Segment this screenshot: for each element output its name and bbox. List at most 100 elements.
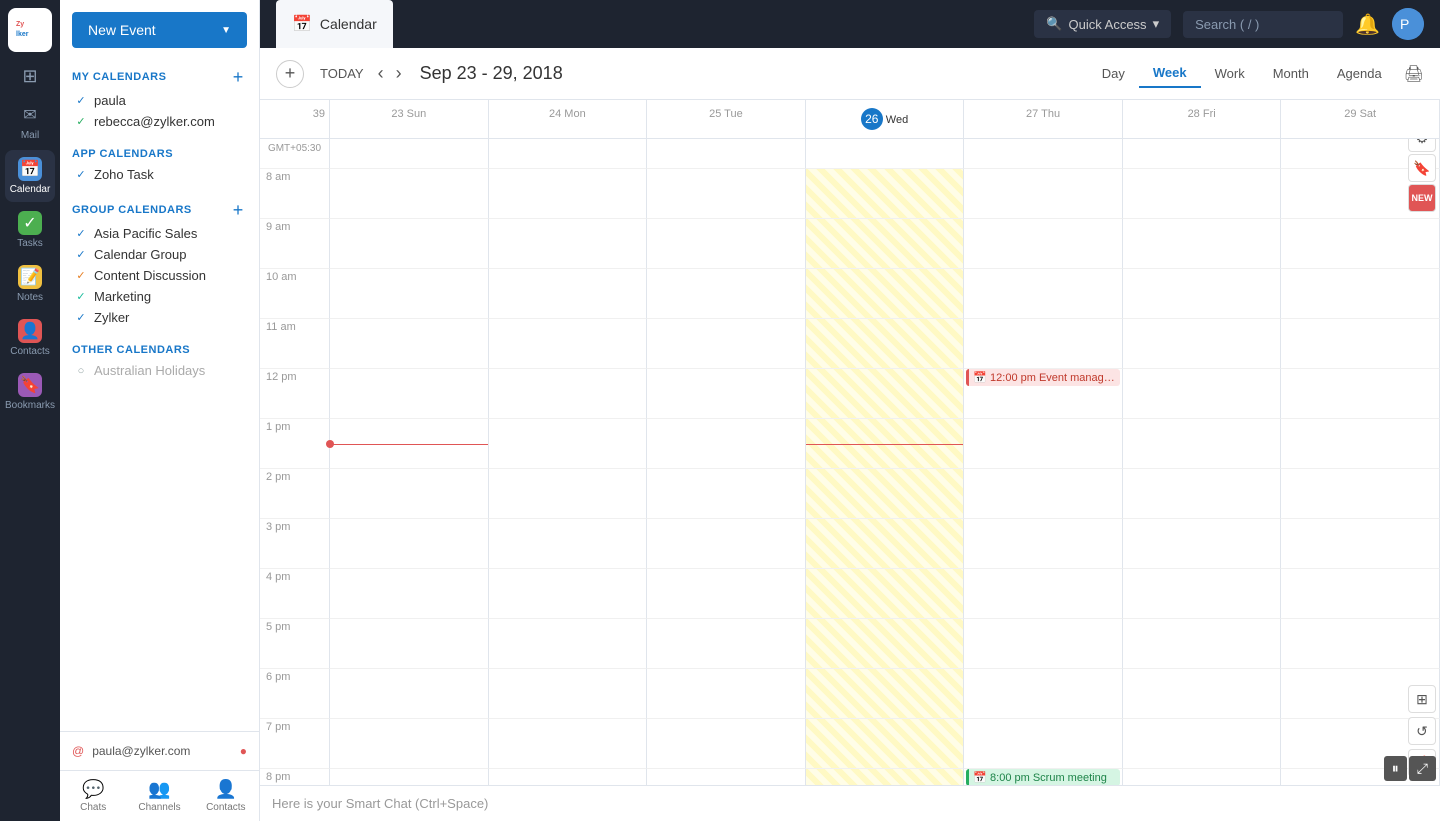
- cell-Fri-6-pm[interactable]: [1123, 669, 1282, 719]
- quick-access-button[interactable]: 🔍 Quick Access ▾: [1034, 10, 1171, 38]
- cell-Thu-11-am[interactable]: [964, 319, 1123, 369]
- cell-Thu-8-am[interactable]: [964, 169, 1123, 219]
- cell-Tue-4-pm[interactable]: [647, 569, 806, 619]
- cell-Mon-1-pm[interactable]: [489, 419, 648, 469]
- cell-Wed-6-pm[interactable]: [806, 669, 965, 719]
- cell-Thu-10-am[interactable]: [964, 269, 1123, 319]
- add-my-calendar-button[interactable]: +: [229, 68, 247, 86]
- cell-Fri-3-pm[interactable]: [1123, 519, 1282, 569]
- cell-Fri-12-pm[interactable]: [1123, 369, 1282, 419]
- cell-Tue-8-pm[interactable]: [647, 769, 806, 785]
- cell-Tue-10-am[interactable]: [647, 269, 806, 319]
- new-event-button[interactable]: New Event ▼: [72, 12, 247, 48]
- cell-Thu-8-pm[interactable]: 📅 8:00 pm Scrum meeting: [964, 769, 1123, 785]
- sidebar-item-tasks[interactable]: ✓ Tasks: [5, 204, 55, 256]
- cell-Tue-9-am[interactable]: [647, 219, 806, 269]
- view-month-button[interactable]: Month: [1259, 59, 1323, 88]
- cell-Sat-11-am[interactable]: [1281, 319, 1440, 369]
- sidebar-item-calendar[interactable]: 📅 Calendar: [5, 150, 55, 202]
- cell-Sun-9-am[interactable]: [330, 219, 489, 269]
- cell-Sun-8-am[interactable]: [330, 169, 489, 219]
- user-avatar[interactable]: P: [1392, 8, 1424, 40]
- cell-Sun-6-pm[interactable]: [330, 669, 489, 719]
- cell-Tue-3-pm[interactable]: [647, 519, 806, 569]
- calendar-item-asiapacific[interactable]: ✓ Asia Pacific Sales: [72, 223, 247, 244]
- cell-Tue-12-pm[interactable]: [647, 369, 806, 419]
- calendar-item-zohotask[interactable]: ✓ Zoho Task: [72, 164, 247, 185]
- cell-Fri-8-pm[interactable]: [1123, 769, 1282, 785]
- cell-Tue-5-pm[interactable]: [647, 619, 806, 669]
- bottom-nav-channels[interactable]: 👥 Channels: [126, 771, 192, 821]
- calendar-item-calgroup[interactable]: ✓ Calendar Group: [72, 244, 247, 265]
- cell-Sat-3-pm[interactable]: [1281, 519, 1440, 569]
- expand-chat-button[interactable]: ⤢: [1409, 756, 1436, 781]
- cell-Sun-12-pm[interactable]: [330, 369, 489, 419]
- cell-Sat-4-pm[interactable]: [1281, 569, 1440, 619]
- cell-Sun-10-am[interactable]: [330, 269, 489, 319]
- cell-Thu-3-pm[interactable]: [964, 519, 1123, 569]
- cell-Mon-2-pm[interactable]: [489, 469, 648, 519]
- cell-Tue-7-pm[interactable]: [647, 719, 806, 769]
- event-scrum[interactable]: 📅 8:00 pm Scrum meeting: [966, 769, 1120, 785]
- cell-Mon-4-pm[interactable]: [489, 569, 648, 619]
- sidebar-item-contacts[interactable]: 👤 Contacts: [5, 312, 55, 364]
- calendar-item-rebecca[interactable]: ✓ rebecca@zylker.com: [72, 111, 247, 132]
- cell-Thu-5-pm[interactable]: [964, 619, 1123, 669]
- view-work-button[interactable]: Work: [1201, 59, 1259, 88]
- cell-Fri-9-am[interactable]: [1123, 219, 1282, 269]
- cell-Wed-10-am[interactable]: [806, 269, 965, 319]
- search-input[interactable]: [1183, 11, 1343, 38]
- cell-Mon-10-am[interactable]: [489, 269, 648, 319]
- cell-Sun-3-pm[interactable]: [330, 519, 489, 569]
- cell-Wed-12-pm[interactable]: [806, 369, 965, 419]
- print-button[interactable]: 🖨: [1404, 59, 1424, 88]
- cell-Thu-12-pm[interactable]: 📅 12:00 pm Event manage...: [964, 369, 1123, 419]
- cell-Sat-5-pm[interactable]: [1281, 619, 1440, 669]
- cell-Mon-12-pm[interactable]: [489, 369, 648, 419]
- cell-Mon-5-pm[interactable]: [489, 619, 648, 669]
- cell-Sat-12-pm[interactable]: [1281, 369, 1440, 419]
- cell-Sun-8-pm[interactable]: [330, 769, 489, 785]
- sidebar-item-notes[interactable]: 📝 Notes: [5, 258, 55, 310]
- cell-Sun-7-pm[interactable]: [330, 719, 489, 769]
- cell-Mon-8-am[interactable]: [489, 169, 648, 219]
- sidebar-item-mail[interactable]: ✉ Mail: [5, 96, 55, 148]
- cell-Wed-1-pm[interactable]: [806, 419, 965, 469]
- prev-week-button[interactable]: ‹: [372, 59, 390, 88]
- cell-Sun-2-pm[interactable]: [330, 469, 489, 519]
- cell-Wed-7-pm[interactable]: [806, 719, 965, 769]
- cell-Fri-7-pm[interactable]: [1123, 719, 1282, 769]
- cell-Mon-9-am[interactable]: [489, 219, 648, 269]
- refresh-right-button[interactable]: ↺: [1408, 717, 1436, 745]
- add-event-button[interactable]: +: [276, 60, 304, 88]
- bottom-nav-chats[interactable]: 💬 Chats: [60, 771, 126, 821]
- calendar-item-marketing[interactable]: ✓ Marketing: [72, 286, 247, 307]
- cell-Sat-1-pm[interactable]: [1281, 419, 1440, 469]
- cell-Sun-5-pm[interactable]: [330, 619, 489, 669]
- cell-Tue-1-pm[interactable]: [647, 419, 806, 469]
- cell-Wed-8-am[interactable]: [806, 169, 965, 219]
- view-agenda-button[interactable]: Agenda: [1323, 59, 1396, 88]
- cell-Tue-6-pm[interactable]: [647, 669, 806, 719]
- bottom-nav-contacts[interactable]: 👤 Contacts: [193, 771, 259, 821]
- cell-Tue-8-am[interactable]: [647, 169, 806, 219]
- next-week-button[interactable]: ›: [390, 59, 408, 88]
- cell-Mon-8-pm[interactable]: [489, 769, 648, 785]
- cell-Wed-3-pm[interactable]: [806, 519, 965, 569]
- calendar-item-paula[interactable]: ✓ paula: [72, 90, 247, 111]
- event-manager[interactable]: 📅 12:00 pm Event manage...: [966, 369, 1120, 386]
- cell-Thu-9-am[interactable]: [964, 219, 1123, 269]
- cell-Wed-5-pm[interactable]: [806, 619, 965, 669]
- new-badge-button[interactable]: NEW: [1408, 184, 1436, 212]
- cell-Tue-2-pm[interactable]: [647, 469, 806, 519]
- cell-Wed-8-pm[interactable]: [806, 769, 965, 785]
- today-button[interactable]: TODAY: [312, 62, 372, 85]
- cell-Wed-2-pm[interactable]: [806, 469, 965, 519]
- cell-Sat-2-pm[interactable]: [1281, 469, 1440, 519]
- add-right-button[interactable]: ⊞: [1408, 685, 1436, 713]
- cell-Thu-6-pm[interactable]: [964, 669, 1123, 719]
- cell-Thu-1-pm[interactable]: [964, 419, 1123, 469]
- cell-Fri-2-pm[interactable]: [1123, 469, 1282, 519]
- cell-Mon-3-pm[interactable]: [489, 519, 648, 569]
- pause-chat-button[interactable]: ⏸: [1384, 756, 1407, 781]
